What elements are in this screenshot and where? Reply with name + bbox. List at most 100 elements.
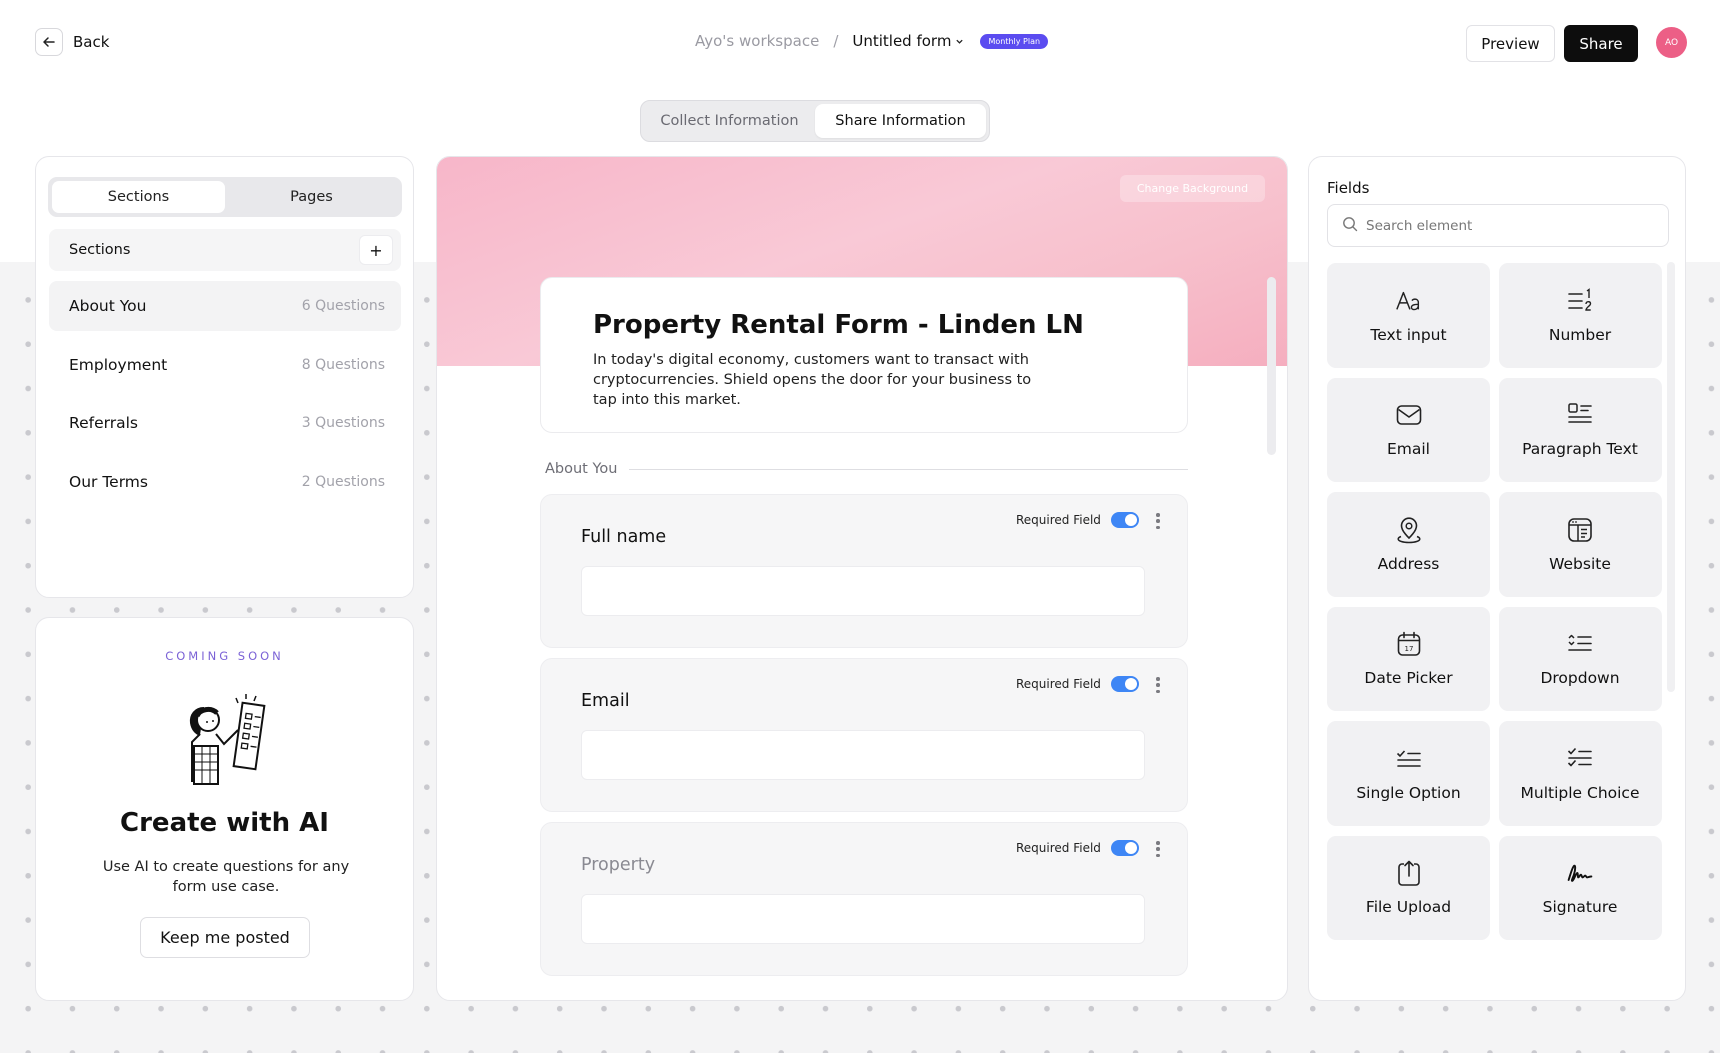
share-button[interactable]: Share xyxy=(1564,25,1638,62)
single-check-list-icon xyxy=(1395,745,1423,773)
field-tile-label: Website xyxy=(1549,554,1611,573)
more-options-icon[interactable] xyxy=(1153,511,1163,531)
required-field-label: Required Field xyxy=(1016,513,1101,527)
number-list-icon xyxy=(1566,287,1594,315)
fields-scrollbar[interactable] xyxy=(1667,262,1675,692)
back-label: Back xyxy=(73,33,110,51)
field-tile-label: Number xyxy=(1548,325,1612,344)
field-tile-text-input[interactable]: Text input xyxy=(1327,263,1490,368)
section-name: Employment xyxy=(69,355,168,374)
multi-check-list-icon xyxy=(1566,745,1594,773)
more-options-icon[interactable] xyxy=(1153,839,1163,859)
section-question-count: 8 Questions xyxy=(301,356,385,373)
add-section-button[interactable]: + xyxy=(359,235,393,265)
required-field-label: Required Field xyxy=(1016,841,1101,855)
breadcrumb: Ayo's workspace / Untitled form Monthly … xyxy=(695,32,1049,50)
field-label: Full name xyxy=(581,527,667,547)
field-tile-signature[interactable]: Signature xyxy=(1498,835,1662,940)
field-input-preview xyxy=(581,730,1145,780)
section-divider: About You xyxy=(545,459,1188,479)
arrow-left-icon xyxy=(35,28,63,56)
preview-button[interactable]: Preview xyxy=(1466,25,1555,62)
field-tile-dropdown[interactable]: Dropdown xyxy=(1498,606,1662,711)
form-title[interactable]: Property Rental Form - Linden LN xyxy=(593,310,1084,340)
field-card-property[interactable]: Property Required Field xyxy=(540,822,1188,976)
divider-line xyxy=(629,468,1188,470)
location-pin-icon xyxy=(1395,516,1423,544)
required-toggle[interactable] xyxy=(1110,512,1139,528)
dropdown-list-icon xyxy=(1566,630,1594,658)
field-tile-label: Text input xyxy=(1370,325,1447,344)
field-type-grid: Text input Number Email Paragraph Text A… xyxy=(1327,263,1663,940)
required-field-control: Required Field xyxy=(1016,840,1139,856)
plan-badge: Monthly Plan xyxy=(980,33,1049,49)
sections-header-label: Sections xyxy=(69,242,131,258)
field-tile-multiple-choice[interactable]: Multiple Choice xyxy=(1498,721,1662,826)
top-bar: Back Ayo's workspace / Untitled form Mon… xyxy=(0,0,1720,86)
signature-icon xyxy=(1566,859,1594,887)
field-tile-website[interactable]: Website xyxy=(1498,492,1662,597)
tab-collect-information[interactable]: Collect Information xyxy=(644,104,815,138)
field-input-preview xyxy=(581,894,1145,944)
field-input-preview xyxy=(581,566,1145,616)
ai-title: Create with AI xyxy=(120,808,329,838)
breadcrumb-workspace[interactable]: Ayo's workspace xyxy=(695,32,819,50)
envelope-icon xyxy=(1395,401,1423,429)
back-button[interactable]: Back xyxy=(35,27,109,57)
svg-text:17: 17 xyxy=(1404,645,1413,653)
tab-pages[interactable]: Pages xyxy=(225,181,398,213)
search-field[interactable] xyxy=(1327,204,1669,247)
section-item-employment[interactable]: Employment 8 Questions xyxy=(49,340,401,390)
calendar-icon: 17 xyxy=(1395,630,1423,658)
form-description[interactable]: In today's digital economy, customers wa… xyxy=(593,350,1033,410)
required-field-control: Required Field xyxy=(1016,512,1139,528)
search-input[interactable] xyxy=(1366,217,1654,234)
field-card-full-name[interactable]: Full name Required Field xyxy=(540,494,1188,648)
chevron-down-icon xyxy=(955,32,964,50)
required-field-control: Required Field xyxy=(1016,676,1139,692)
form-name-dropdown[interactable]: Untitled form xyxy=(852,32,964,50)
field-tile-label: File Upload xyxy=(1365,898,1452,917)
fields-panel: Fields Text input Number Email xyxy=(1308,156,1686,1001)
field-card-email[interactable]: Email Required Field xyxy=(540,658,1188,812)
tab-share-information[interactable]: Share Information xyxy=(815,104,986,138)
required-field-label: Required Field xyxy=(1016,677,1101,691)
field-tile-date-picker[interactable]: 17 Date Picker xyxy=(1327,606,1490,711)
section-item-referrals[interactable]: Referrals 3 Questions xyxy=(49,398,401,448)
required-toggle[interactable] xyxy=(1110,676,1139,692)
keep-me-posted-button[interactable]: Keep me posted xyxy=(140,917,310,958)
more-options-icon[interactable] xyxy=(1153,675,1163,695)
field-tile-file-upload[interactable]: File Upload xyxy=(1327,835,1490,940)
field-tile-label: Address xyxy=(1377,554,1440,573)
field-tile-address[interactable]: Address xyxy=(1327,492,1490,597)
breadcrumb-separator: / xyxy=(833,32,839,50)
section-question-count: 3 Questions xyxy=(301,415,385,431)
create-with-ai-panel: COMING SOON Create with AI Use AI to cre… xyxy=(35,617,414,1001)
field-tile-paragraph-text[interactable]: Paragraph Text xyxy=(1498,377,1662,482)
file-upload-icon xyxy=(1395,859,1423,887)
form-name: Untitled form xyxy=(852,32,952,50)
sections-panel: Sections Pages Sections + About You 6 Qu… xyxy=(35,156,414,598)
section-list: About You 6 Questions Employment 8 Quest… xyxy=(49,281,401,515)
section-question-count: 6 Questions xyxy=(301,298,385,314)
field-tile-email[interactable]: Email xyxy=(1327,377,1490,482)
text-aa-icon xyxy=(1395,287,1423,315)
form-canvas: Change Background Property Rental Form -… xyxy=(436,156,1288,1001)
sections-header: Sections + xyxy=(49,229,401,271)
field-tile-single-option[interactable]: Single Option xyxy=(1327,721,1490,826)
avatar[interactable]: AO xyxy=(1656,27,1687,58)
section-item-about-you[interactable]: About You 6 Questions xyxy=(49,281,401,331)
tab-sections[interactable]: Sections xyxy=(52,181,225,213)
section-item-our-terms[interactable]: Our Terms 2 Questions xyxy=(49,457,401,507)
section-divider-label: About You xyxy=(545,461,618,477)
field-tile-label: Multiple Choice xyxy=(1520,783,1640,802)
field-tile-label: Signature xyxy=(1542,898,1618,917)
canvas-scrollbar[interactable] xyxy=(1267,277,1276,455)
field-tile-label: Paragraph Text xyxy=(1522,440,1638,459)
field-tile-number[interactable]: Number xyxy=(1498,263,1662,368)
person-with-checklist-illustration-icon xyxy=(189,694,266,785)
section-name: Our Terms xyxy=(69,472,148,491)
field-label: Email xyxy=(581,691,630,711)
change-background-button[interactable]: Change Background xyxy=(1120,175,1265,202)
required-toggle[interactable] xyxy=(1110,840,1139,856)
